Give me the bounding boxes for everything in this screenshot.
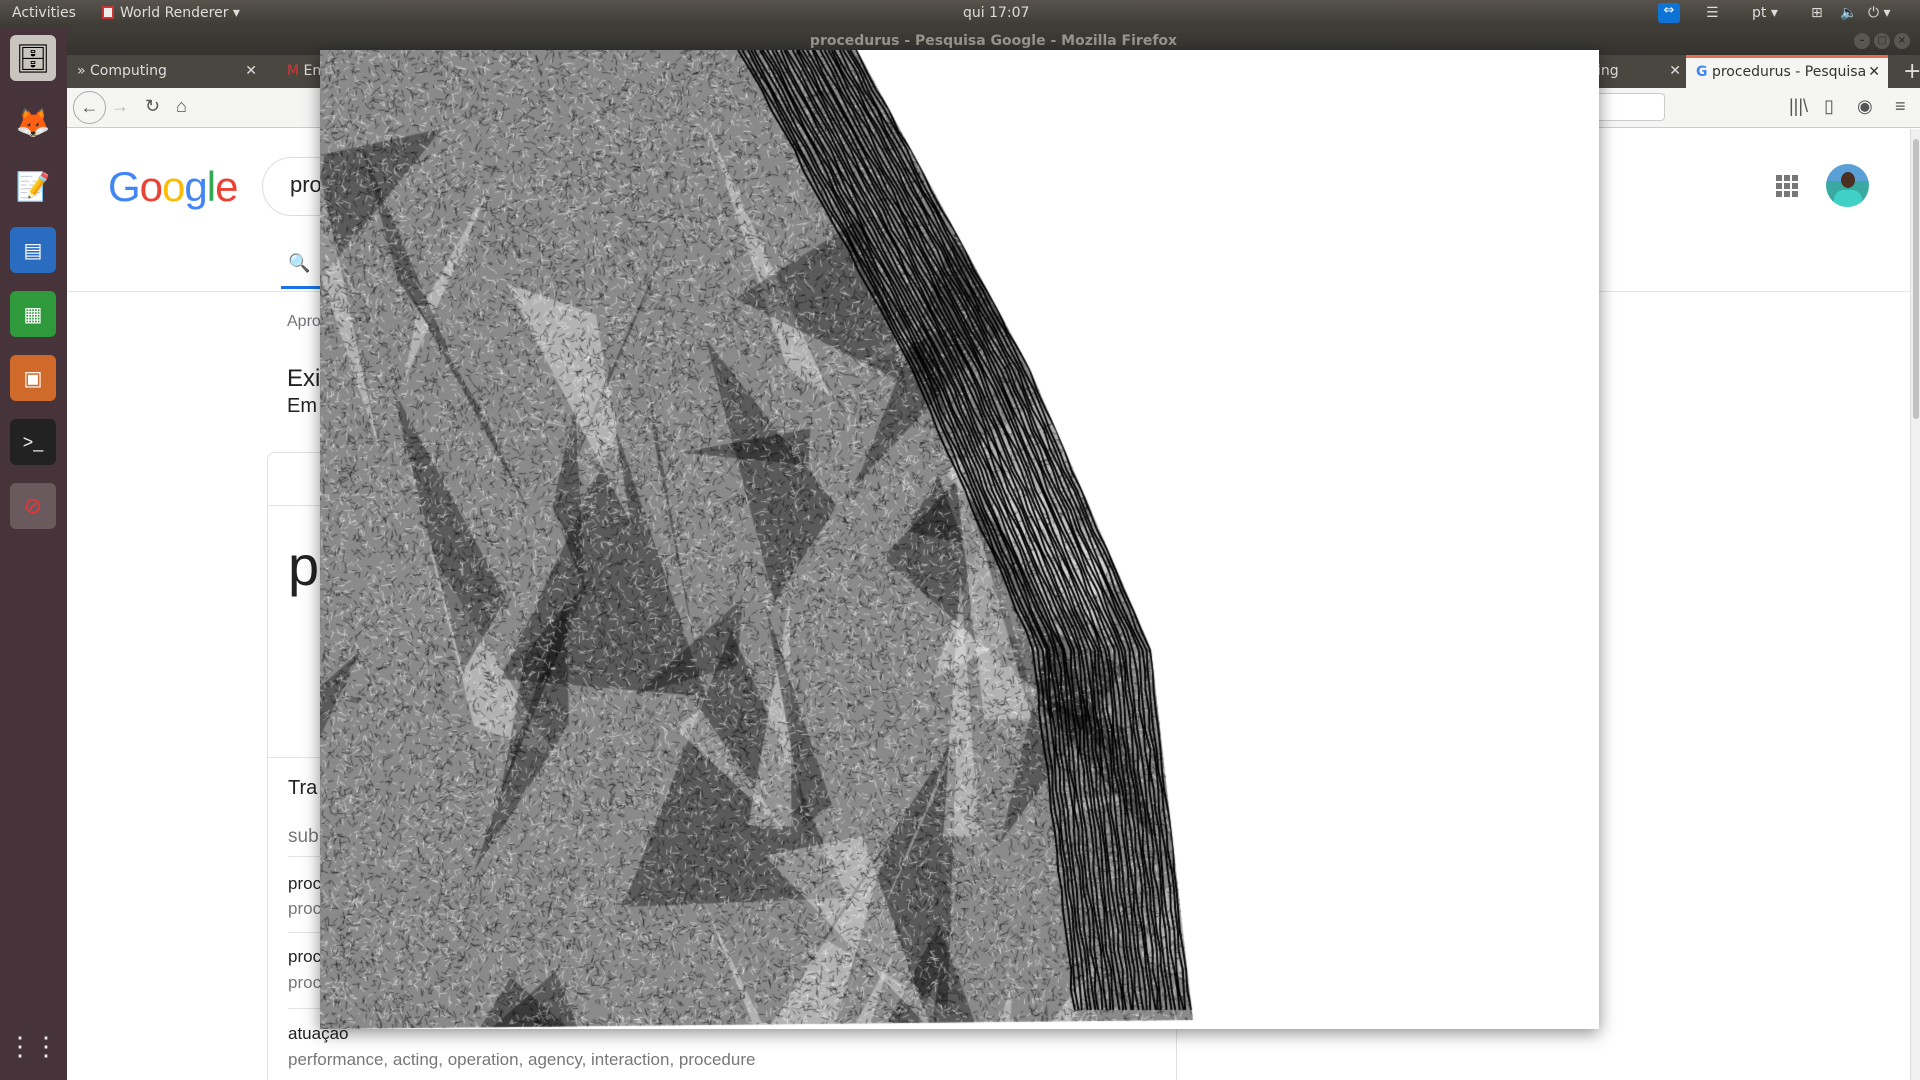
network-icon[interactable]: ⊞ xyxy=(1811,5,1823,21)
menu-icon[interactable]: ≡ xyxy=(1895,96,1906,117)
results-info: Apro xyxy=(287,313,321,330)
sidebar-icon[interactable]: ▯ xyxy=(1824,96,1834,117)
language-indicator[interactable]: pt ▾ xyxy=(1752,5,1778,21)
translations-title: Tra xyxy=(288,777,318,799)
library-icon[interactable]: |||\ xyxy=(1789,96,1808,117)
translation-synonyms: proc xyxy=(288,899,322,918)
heading: Exi xyxy=(287,365,321,392)
translation-synonyms: proc xyxy=(288,973,322,992)
new-tab-button[interactable]: + xyxy=(1893,55,1920,88)
close-tab-icon[interactable]: ✕ xyxy=(245,55,257,88)
translation-word[interactable]: proc xyxy=(288,947,321,967)
maximize-button[interactable]: □ xyxy=(1874,33,1890,49)
window-title: procedurus - Pesquisa Google - Mozilla F… xyxy=(809,33,1178,49)
google-logo[interactable]: Google xyxy=(108,163,238,211)
teamviewer-icon[interactable]: ⇔ xyxy=(1658,3,1680,23)
show-apps-icon[interactable]: ⋮⋮ xyxy=(7,1023,59,1069)
world-renderer-icon[interactable]: ⊘ xyxy=(10,483,56,529)
power-icon[interactable]: ⏻ ▾ xyxy=(1868,5,1891,21)
translation-synonyms: performance, acting, operation, agency, … xyxy=(288,1050,756,1069)
scrollbar-thumb[interactable] xyxy=(1913,139,1919,419)
activities-button[interactable]: Activities xyxy=(12,5,76,21)
home-button[interactable]: ⌂ xyxy=(176,96,187,117)
volume-muted-icon[interactable]: 🔈 xyxy=(1840,5,1857,21)
tab-label: » Computing xyxy=(77,63,167,79)
world-renderer-window[interactable] xyxy=(320,50,1599,1029)
card-word: p xyxy=(288,534,320,597)
reload-button[interactable]: ↻ xyxy=(145,96,160,117)
tab-label: En xyxy=(303,63,322,79)
writer-icon[interactable]: ▤ xyxy=(10,227,56,273)
tab-computing[interactable]: » Computing ✕ xyxy=(67,55,267,88)
forward-button[interactable]: → xyxy=(111,96,129,117)
tab-procedurus[interactable]: G procedurus - Pesquisa ✕ xyxy=(1686,55,1888,88)
search-tab-icon[interactable]: 🔍 xyxy=(288,253,310,274)
close-window-button[interactable]: × xyxy=(1894,33,1910,49)
tab-label: ing xyxy=(1597,63,1619,79)
launcher: 🗄 🦊 📝 ▤ ▦ ▣ >_ ⊘ ⋮⋮ xyxy=(0,27,67,1080)
close-tab-icon[interactable]: ✕ xyxy=(1868,58,1880,86)
app-menu-label: World Renderer xyxy=(120,5,229,21)
clock[interactable]: qui 17:07 xyxy=(963,5,1029,21)
calc-icon[interactable]: ▦ xyxy=(10,291,56,337)
avatar[interactable] xyxy=(1826,164,1869,207)
menu-indicator-icon[interactable]: ☰ xyxy=(1706,5,1719,21)
terminal-icon[interactable]: >_ xyxy=(10,419,56,465)
page-scrollbar[interactable] xyxy=(1910,129,1920,1080)
language-label: pt xyxy=(1752,5,1767,21)
apps-grid-icon[interactable] xyxy=(1776,175,1798,197)
account-icon[interactable]: ◉ xyxy=(1857,96,1873,117)
firefox-icon[interactable]: 🦊 xyxy=(10,99,56,145)
top-panel: Activities World Renderer ▾ qui 17:07 ⇔ … xyxy=(0,0,1920,27)
text-editor-icon[interactable]: 📝 xyxy=(10,163,56,209)
gmail-icon: M xyxy=(287,63,300,79)
impress-icon[interactable]: ▣ xyxy=(10,355,56,401)
minimize-button[interactable]: – xyxy=(1854,33,1870,49)
google-favicon: G xyxy=(1696,64,1708,80)
translations-subheader: sub xyxy=(288,826,319,847)
files-icon[interactable]: 🗄 xyxy=(10,35,56,81)
app-icon xyxy=(102,6,114,19)
close-tab-icon[interactable]: ✕ xyxy=(1669,55,1681,88)
translation-word[interactable]: proc xyxy=(288,874,321,894)
subheading: Em xyxy=(287,395,317,417)
tab-label: procedurus - Pesquisa xyxy=(1711,64,1867,80)
app-menu[interactable]: World Renderer ▾ xyxy=(102,5,240,21)
back-button[interactable]: ← xyxy=(73,91,106,124)
wireframe-mesh-canvas[interactable] xyxy=(320,50,1599,1029)
tab-other[interactable]: ing ✕ xyxy=(1587,55,1687,88)
